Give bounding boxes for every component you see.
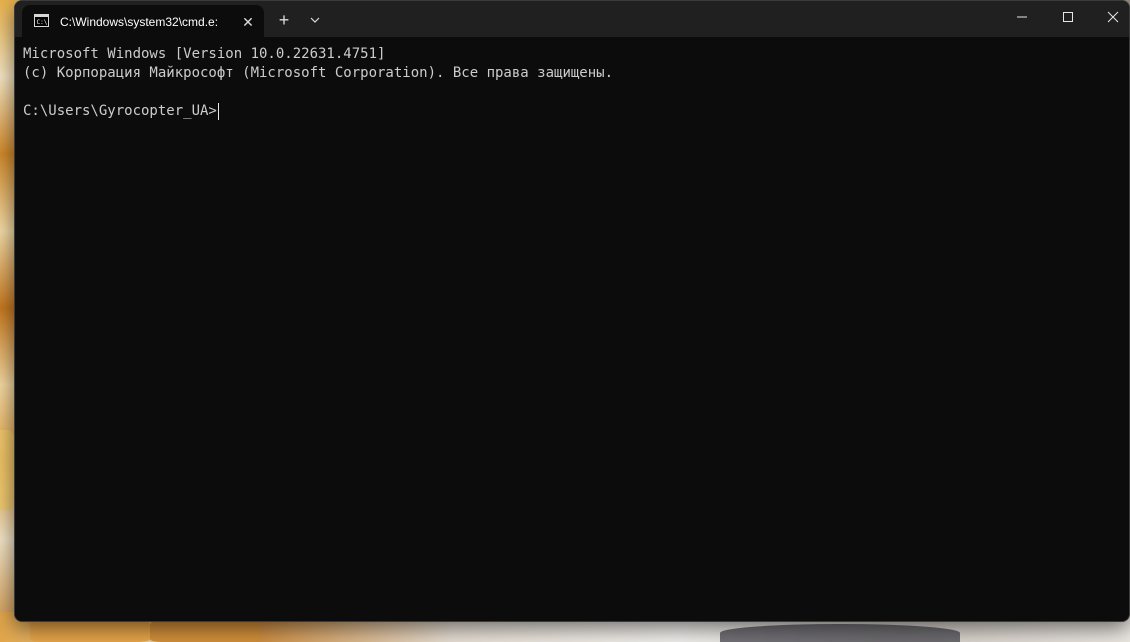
minimize-icon (1017, 16, 1027, 18)
tab-cmd[interactable]: C:\ C:\Windows\system32\cmd.e: ✕ (22, 5, 264, 37)
close-icon (1107, 11, 1119, 23)
terminal-output[interactable]: Microsoft Windows [Version 10.0.22631.47… (15, 37, 1129, 621)
cmd-icon: C:\ (34, 14, 49, 27)
text-cursor (217, 103, 219, 120)
wallpaper-shape (720, 624, 960, 642)
close-window-button[interactable] (1090, 1, 1129, 33)
tab-dropdown-button[interactable] (303, 7, 327, 33)
terminal-line: (c) Корпорация Майкрософт (Microsoft Cor… (23, 65, 614, 81)
command-prompt: C:\Users\Gyrocopter_UA> (23, 103, 217, 119)
svg-text:C:\: C:\ (37, 19, 48, 26)
maximize-button[interactable] (1045, 1, 1091, 33)
maximize-icon (1063, 12, 1073, 22)
chevron-down-icon (310, 17, 320, 23)
close-tab-icon[interactable]: ✕ (238, 12, 258, 32)
terminal-window: C:\ C:\Windows\system32\cmd.e: ✕ + Micro… (14, 0, 1130, 622)
minimize-button[interactable] (999, 1, 1045, 33)
command-prompt-line[interactable]: C:\Users\Gyrocopter_UA> (23, 102, 1129, 121)
tab-title: C:\Windows\system32\cmd.e: (60, 15, 219, 29)
title-bar[interactable]: C:\ C:\Windows\system32\cmd.e: ✕ + (15, 1, 1129, 37)
terminal-line: Microsoft Windows [Version 10.0.22631.47… (23, 46, 386, 62)
new-tab-button[interactable]: + (271, 7, 297, 33)
